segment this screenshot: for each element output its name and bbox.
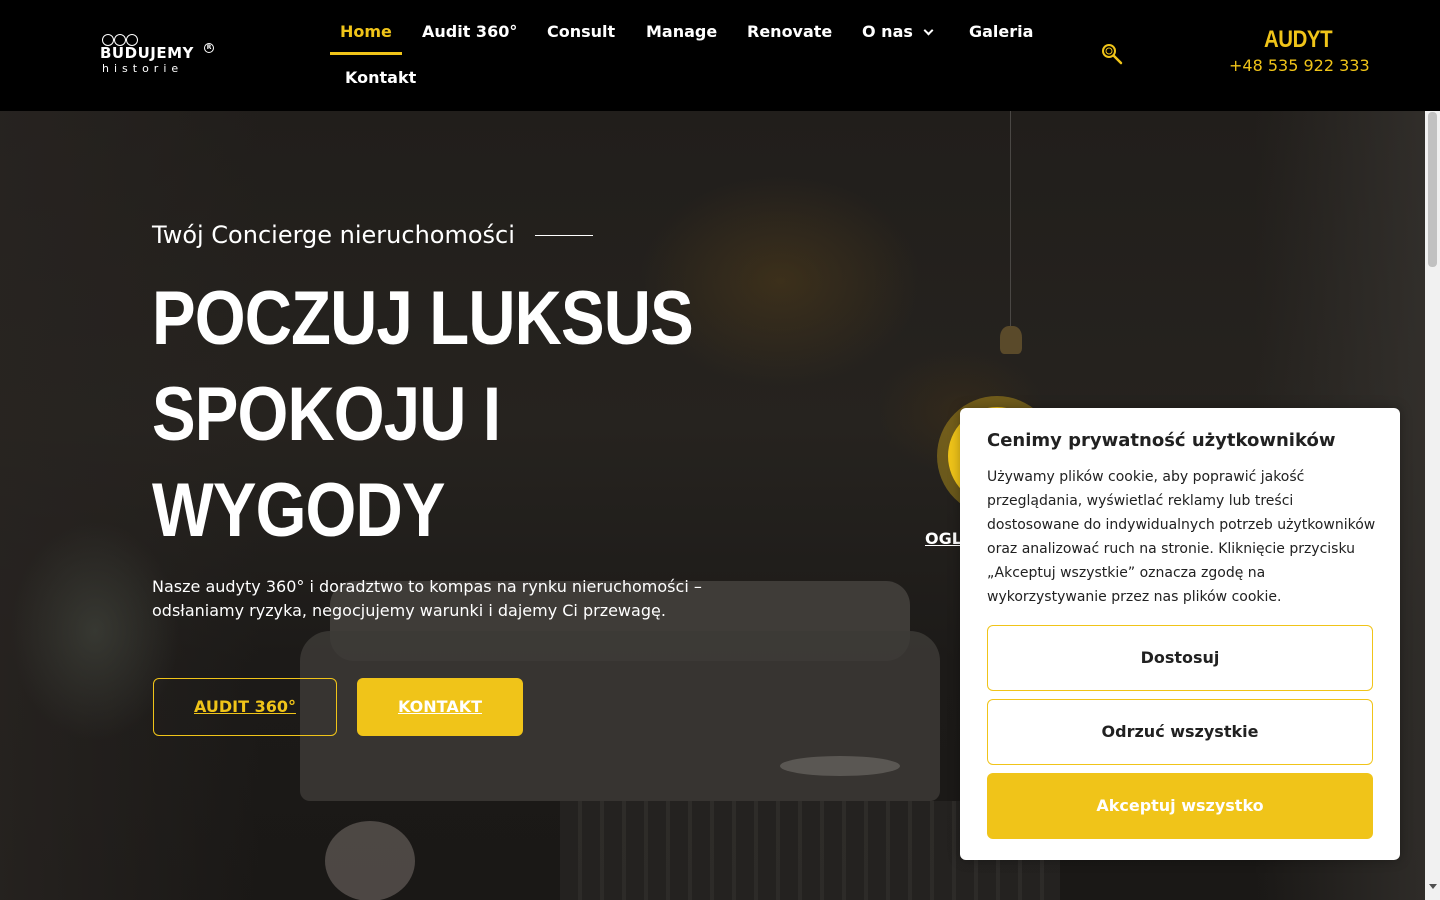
scroll-down-arrow-icon[interactable] <box>1429 884 1437 889</box>
nav-item-home[interactable]: Home <box>340 22 392 41</box>
hero-headline-line-1: POCZUJ LUKSUS <box>152 276 694 361</box>
nav-active-indicator <box>330 52 402 55</box>
nav-item-manage[interactable]: Manage <box>646 22 717 41</box>
phone-number-link[interactable]: +48 535 922 333 <box>1229 56 1370 75</box>
audit-cta-title[interactable]: AUDYT <box>1264 26 1333 54</box>
hero-description: Nasze audyty 360° i doradztwo to kompas … <box>152 577 702 620</box>
nav-item-galeria[interactable]: Galeria <box>969 22 1033 41</box>
logo-wordmark: BUDUJEMY <box>100 44 194 62</box>
registered-mark-icon: R <box>204 43 214 53</box>
search-icon[interactable] <box>1100 42 1124 66</box>
nav-item-consult[interactable]: Consult <box>547 22 615 41</box>
scrollbar-thumb[interactable] <box>1428 112 1437 267</box>
kicker-divider <box>535 235 593 236</box>
hero-background-pendant-wire <box>1010 111 1011 331</box>
cookie-accept-all-button[interactable]: Akceptuj wszystko <box>987 773 1373 839</box>
contact-button[interactable]: KONTAKT <box>357 678 523 736</box>
cookie-dialog-title: Cenimy prywatność użytkowników <box>987 430 1336 451</box>
hero-headline: POCZUJ LUKSUS SPOKOJU I WYGODY <box>152 271 694 559</box>
cookie-customize-button[interactable]: Dostosuj <box>987 625 1373 691</box>
hero-background-pouf <box>325 821 415 900</box>
chevron-down-icon <box>923 25 934 36</box>
cookie-reject-all-button[interactable]: Odrzuć wszystkie <box>987 699 1373 765</box>
nav-item-audit-360[interactable]: Audit 360° <box>422 22 517 41</box>
logo-tagline: historie <box>102 62 184 75</box>
nav-item-o-nas[interactable]: O nas <box>862 22 934 41</box>
site-header: BUDUJEMY R historie Home Audit 360° Cons… <box>0 0 1440 111</box>
cookie-dialog-text: Używamy plików cookie, aby poprawić jako… <box>987 469 1376 605</box>
watch-video-link[interactable]: OGL <box>925 529 962 548</box>
cookie-consent-dialog: Cenimy prywatność użytkowników Używamy p… <box>960 408 1400 860</box>
hero-headline-line-2: SPOKOJU I <box>152 372 501 457</box>
hero-background-pendant-lamp <box>1000 326 1022 354</box>
site-logo[interactable]: BUDUJEMY R historie <box>100 34 220 80</box>
audit-360-button[interactable]: AUDIT 360° <box>153 678 337 736</box>
nav-item-renovate[interactable]: Renovate <box>747 22 832 41</box>
hero-kicker: Twój Concierge nieruchomości <box>152 221 515 249</box>
nav-item-kontakt[interactable]: Kontakt <box>345 68 416 87</box>
nav-item-o-nas-label: O nas <box>862 22 913 41</box>
hero-background-table <box>780 756 900 776</box>
hero-headline-line-3: WYGODY <box>152 468 445 553</box>
